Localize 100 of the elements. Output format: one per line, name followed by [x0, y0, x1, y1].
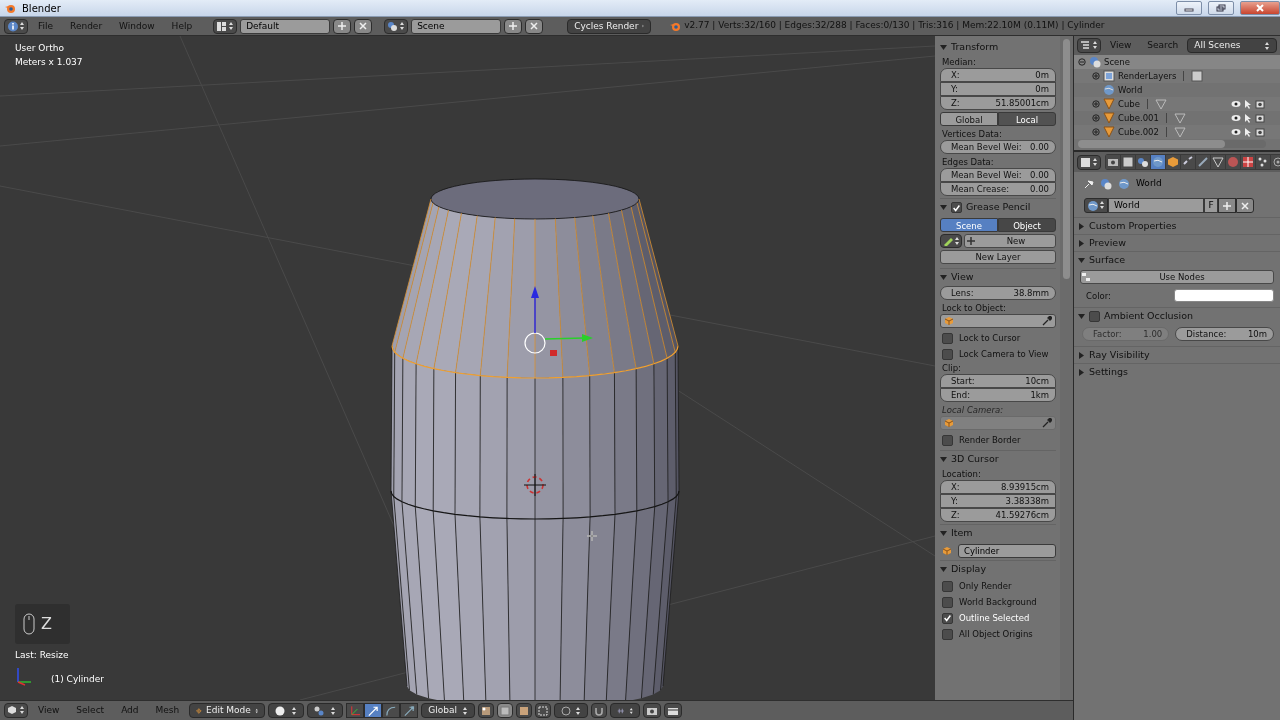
collapsed-arrow-icon[interactable] — [1078, 368, 1085, 376]
minimize-button[interactable] — [1176, 1, 1202, 15]
snap-button[interactable] — [591, 703, 608, 718]
number-field[interactable]: End: 1km — [940, 388, 1056, 402]
menu-item[interactable]: Mesh — [148, 702, 187, 719]
orientation-dropdown[interactable]: Global — [421, 703, 476, 718]
editor-type-button[interactable] — [1077, 154, 1101, 170]
menu-item[interactable]: Add — [114, 702, 146, 719]
number-field[interactable]: Start: 10cm — [940, 374, 1056, 388]
new-button[interactable]: New — [964, 234, 1056, 248]
tree-item[interactable]: Cube — [1118, 97, 1140, 111]
manipulator-toggle[interactable] — [382, 703, 401, 718]
add-button[interactable] — [504, 18, 523, 34]
eye-icon[interactable] — [1231, 128, 1241, 136]
panel-title[interactable]: 3D Cursor — [951, 452, 999, 467]
panel-title[interactable]: View — [951, 270, 974, 285]
render-engine-dropdown[interactable]: Cycles Render — [567, 18, 652, 34]
remove-button[interactable] — [525, 18, 544, 34]
menu-item[interactable]: Help — [164, 17, 200, 35]
tree-item[interactable]: Cube.002 — [1118, 125, 1159, 139]
editor-type-button[interactable] — [4, 18, 28, 34]
expand-icon[interactable] — [1092, 114, 1100, 123]
panel-title[interactable]: Custom Properties — [1089, 218, 1177, 234]
shading-dropdown[interactable] — [268, 703, 305, 718]
pin-icon[interactable] — [1084, 179, 1094, 189]
checkbox[interactable] — [942, 628, 953, 640]
collapsed-arrow-icon[interactable] — [1078, 222, 1085, 230]
render-animation-button[interactable] — [664, 703, 683, 718]
menu-item[interactable]: Select — [69, 702, 112, 719]
scrollbar[interactable] — [1078, 140, 1266, 148]
render-button[interactable] — [643, 703, 662, 718]
add-button[interactable] — [1218, 198, 1236, 213]
display-mode-dropdown[interactable]: All Scenes — [1187, 38, 1277, 53]
editor-type-button[interactable] — [1077, 38, 1101, 53]
properties-tab[interactable] — [1256, 155, 1270, 169]
menu-item[interactable]: View — [1103, 37, 1139, 54]
number-field[interactable]: Y: 3.38338m — [940, 494, 1056, 508]
properties-tab[interactable] — [1106, 155, 1120, 169]
checkbox[interactable] — [1089, 310, 1100, 322]
toggle-option[interactable]: Scene — [940, 218, 998, 232]
panel-title[interactable]: Ambient Occlusion — [1104, 308, 1194, 324]
properties-tab[interactable] — [1181, 155, 1195, 169]
checkbox[interactable] — [942, 580, 953, 592]
checkbox[interactable] — [942, 332, 953, 344]
panel-title[interactable]: Settings — [1089, 364, 1128, 380]
properties-tab[interactable] — [1121, 155, 1135, 169]
object-name-field[interactable]: Cylinder — [958, 544, 1056, 558]
properties-tab[interactable] — [1196, 155, 1210, 169]
expanded-arrow-icon[interactable] — [940, 204, 947, 212]
number-field[interactable]: Y: 0m — [940, 82, 1056, 96]
checkbox[interactable] — [942, 348, 953, 360]
scene-name-field[interactable]: Scene — [411, 18, 502, 34]
fake-user-button[interactable]: F — [1204, 198, 1218, 213]
snap-element-dropdown[interactable] — [610, 703, 641, 718]
scene-button[interactable] — [384, 18, 409, 34]
layout-name-field[interactable]: Default — [240, 18, 331, 34]
color-swatch[interactable] — [1174, 289, 1274, 302]
breadcrumb-item[interactable]: World — [1136, 177, 1162, 191]
use-nodes-button[interactable]: Use Nodes — [1080, 270, 1274, 284]
camera-icon[interactable] — [1255, 99, 1265, 109]
checkbox[interactable] — [942, 612, 953, 624]
number-field[interactable]: Mean Bevel Wei: 0.00 — [940, 140, 1056, 154]
expanded-arrow-icon[interactable] — [940, 43, 947, 51]
transform-gizmo[interactable] — [524, 286, 593, 356]
remove-button[interactable] — [1236, 198, 1254, 213]
brush-button[interactable] — [940, 234, 962, 248]
expanded-arrow-icon[interactable] — [940, 274, 947, 282]
panel-title[interactable]: Preview — [1089, 235, 1126, 251]
proportional-dropdown[interactable] — [554, 703, 589, 718]
edge-select-button[interactable] — [497, 703, 514, 718]
panel-title[interactable]: Display — [951, 562, 987, 577]
collapse-icon[interactable] — [1078, 58, 1086, 67]
properties-tab[interactable] — [1211, 155, 1225, 169]
expand-icon[interactable] — [1092, 128, 1100, 137]
panel-title[interactable]: Ray Visibility — [1089, 347, 1150, 363]
expand-icon[interactable] — [1092, 72, 1100, 81]
expanded-arrow-icon[interactable] — [1078, 312, 1085, 320]
number-field[interactable]: Z: 51.85001cm — [940, 96, 1056, 110]
menu-item[interactable]: Render — [63, 17, 110, 35]
manipulator-toggle[interactable] — [364, 703, 383, 718]
menu-item[interactable]: View — [31, 702, 67, 719]
panel-title[interactable]: Transform — [951, 39, 999, 55]
checkbox[interactable] — [951, 202, 962, 213]
scrollbar[interactable] — [1060, 36, 1073, 700]
menu-item[interactable]: File — [31, 17, 61, 35]
number-field[interactable]: Lens: 38.8mm — [940, 286, 1056, 300]
push-button[interactable]: New Layer — [940, 250, 1056, 264]
eye-icon[interactable] — [1231, 100, 1241, 108]
occlude-button[interactable] — [535, 703, 552, 718]
expanded-arrow-icon[interactable] — [940, 456, 947, 464]
tree-item[interactable]: World — [1118, 83, 1143, 97]
mode-dropdown[interactable]: Edit Mode — [189, 703, 266, 718]
eye-icon[interactable] — [1231, 114, 1241, 122]
toggle-option[interactable]: Object — [998, 218, 1056, 232]
expanded-arrow-icon[interactable] — [940, 566, 947, 574]
number-field[interactable]: Mean Crease: 0.00 — [940, 182, 1056, 196]
properties-tab[interactable] — [1136, 155, 1150, 169]
number-field[interactable]: Mean Bevel Wei: 0.00 — [940, 168, 1056, 182]
screen-layout-button[interactable] — [213, 18, 238, 34]
close-button[interactable] — [1240, 1, 1280, 15]
